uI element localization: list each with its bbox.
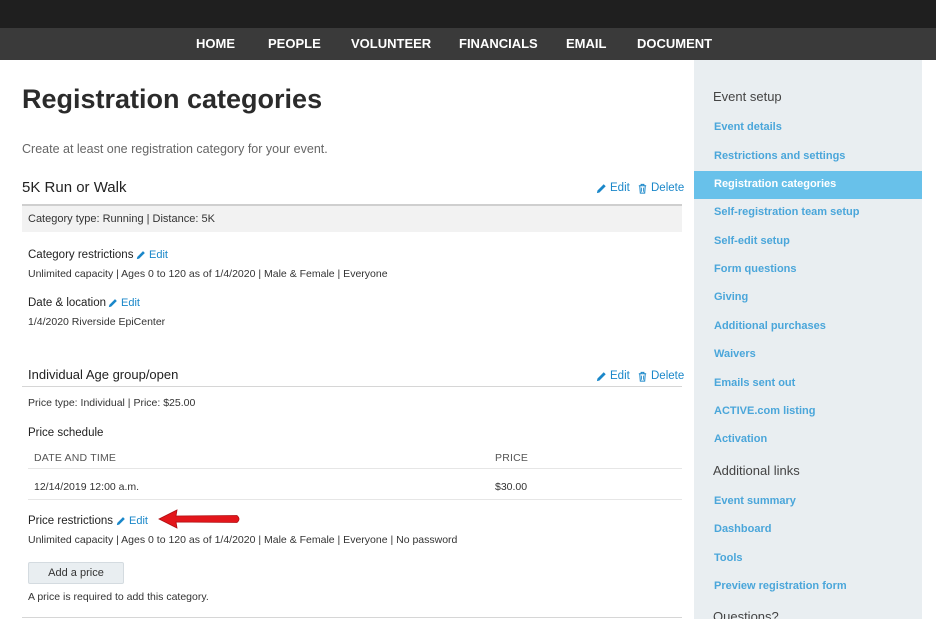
price-edit-label: Edit [610,370,630,382]
top-bar [0,0,936,28]
sidebar-item-emails-sent-out[interactable]: Emails sent out [714,377,795,389]
sidebar-item-waivers[interactable]: Waivers [714,348,756,360]
sidebar-item-activation[interactable]: Activation [714,433,767,445]
sidebar-item-self-edit-setup[interactable]: Self-edit setup [714,235,790,247]
price-restrictions-edit-label: Edit [129,515,148,527]
sidebar-item-label: Registration categories [714,178,837,190]
sidebar-item-giving[interactable]: Giving [714,291,748,303]
page-intro: Create at least one registration categor… [22,142,328,156]
sidebar-link-tools[interactable]: Tools [714,552,743,564]
divider [28,499,682,500]
date-location-edit-button[interactable]: Edit [108,297,140,309]
price-restrictions-label: Price restrictions [28,515,113,527]
price-delete-label: Delete [651,370,685,382]
sidebar-header-additional-links: Additional links [713,463,800,478]
sidebar-item-team-setup[interactable]: Self-registration team setup [714,206,859,218]
page-title: Registration categories [22,84,323,114]
nav-email[interactable]: EMAIL [566,28,606,60]
nav-people[interactable]: PEOPLE [268,28,321,60]
pencil-icon [108,299,117,308]
pencil-icon [136,251,145,260]
divider [22,617,682,618]
nav-financials[interactable]: FINANCIALS [459,28,538,60]
main-content: Registration categories Create at least … [0,60,694,619]
trash-icon [638,371,647,382]
price-schedule-label: Price schedule [28,427,104,439]
add-price-button[interactable]: Add a price [28,562,124,584]
date-location-value: 1/4/2020 Riverside EpiCenter [28,316,166,328]
price-delete-button[interactable]: Delete [637,370,684,382]
category-restrictions-label: Category restrictions [28,249,134,261]
price-title: Individual Age group/open [28,367,179,382]
sidebar-header-event-setup: Event setup [713,89,782,104]
main-nav: HOME PEOPLE VOLUNTEER FINANCIALS EMAIL D… [0,28,936,60]
category-edit-button[interactable]: Edit [596,182,630,194]
divider [28,468,682,469]
sidebar-item-form-questions[interactable]: Form questions [714,263,797,275]
category-restrictions-value: Unlimited capacity | Ages 0 to 120 as of… [28,268,388,280]
pencil-icon [116,517,125,526]
sidebar-link-dashboard[interactable]: Dashboard [714,523,771,535]
table-row-price: $30.00 [495,481,528,493]
category-delete-label: Delete [651,182,685,194]
sidebar-item-additional-purchases[interactable]: Additional purchases [714,320,826,332]
sidebar-item-event-details[interactable]: Event details [714,121,782,133]
price-restrictions-edit-button[interactable]: Edit [116,515,148,527]
sidebar-item-registration-categories[interactable]: Registration categories [694,171,922,199]
sidebar-item-restrictions-settings[interactable]: Restrictions and settings [714,150,845,162]
sidebar-item-active-listing[interactable]: ACTIVE.com listing [714,405,815,417]
pencil-icon [596,183,606,193]
nav-volunteer[interactable]: VOLUNTEER [351,28,431,60]
divider [22,386,682,387]
nav-home[interactable]: HOME [196,28,235,60]
price-info: Price type: Individual | Price: $25.00 [28,397,196,409]
category-title: 5K Run or Walk [22,179,127,196]
pencil-icon [596,371,606,381]
category-restrictions-edit-label: Edit [149,249,168,261]
price-restrictions-value: Unlimited capacity | Ages 0 to 120 as of… [28,534,458,546]
category-delete-button[interactable]: Delete [637,182,684,194]
category-restrictions-edit-button[interactable]: Edit [136,249,168,261]
sidebar-header-questions: Questions? [713,609,779,619]
red-arrow-icon [158,509,240,529]
price-required-note: A price is required to add this category… [28,591,209,603]
sidebar-link-preview-form[interactable]: Preview registration form [714,580,847,592]
category-info-box: Category type: Running | Distance: 5K [22,204,682,232]
nav-document[interactable]: DOCUMENT [637,28,712,60]
date-location-edit-label: Edit [121,297,140,309]
column-header-date: DATE AND TIME [34,452,117,464]
date-location-label: Date & location [28,297,106,309]
trash-icon [638,183,647,194]
sidebar: Event setup Event details Restrictions a… [694,60,922,619]
table-row-date: 12/14/2019 12:00 a.m. [34,481,140,493]
category-info: Category type: Running | Distance: 5K [28,213,215,225]
price-edit-button[interactable]: Edit [596,370,630,382]
sidebar-link-event-summary[interactable]: Event summary [714,495,796,507]
category-edit-label: Edit [610,182,630,194]
column-header-price: PRICE [495,452,529,464]
